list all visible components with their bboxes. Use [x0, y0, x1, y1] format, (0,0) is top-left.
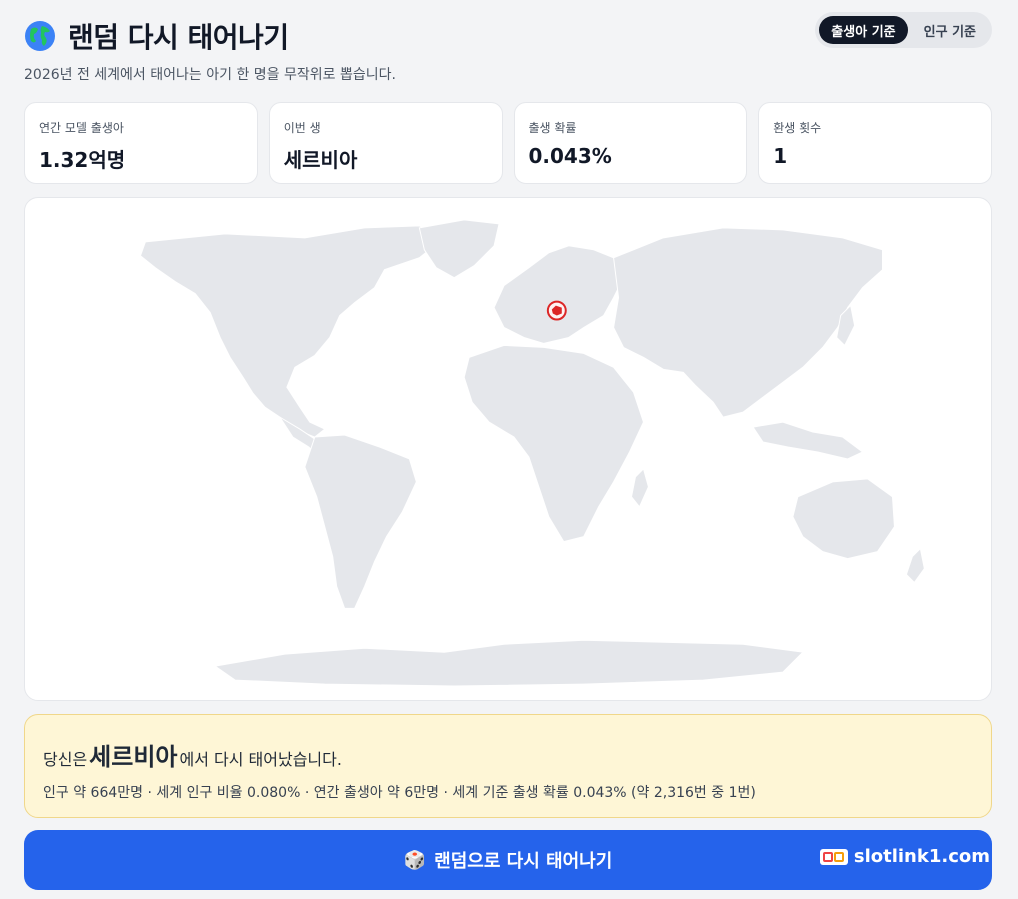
stat-label: 환생 횟수 — [773, 121, 822, 135]
stat-card-annual-births: 연간 모델 출생아 1.32억명 — [24, 102, 258, 184]
stat-card-this-life: 이번 생 세르비아 — [268, 102, 503, 184]
toggle-births-basis[interactable]: 출생아 기준 — [819, 16, 908, 44]
continent-greenland — [418, 219, 500, 279]
continent-europe — [493, 245, 625, 344]
continent-madagascar — [630, 467, 649, 508]
basis-toggle[interactable]: 출생아 기준 인구 기준 — [815, 12, 992, 48]
stat-value: 1.32억명 — [39, 148, 126, 172]
continent-australia — [792, 478, 895, 560]
continent-se-asia-islands — [752, 421, 864, 460]
dice-icon: 🎲 — [403, 849, 427, 871]
world-map — [24, 197, 992, 701]
rebirth-button-label: 랜덤으로 다시 태어나기 — [434, 851, 613, 872]
stat-card-birth-probability: 출생 확률 0.043% — [513, 102, 748, 184]
watermark: slotlink1.com — [819, 846, 990, 867]
stat-value: 1 — [773, 144, 788, 168]
stat-label: 이번 생 — [283, 121, 321, 135]
world-map-svg — [139, 219, 925, 687]
stat-value: 0.043% — [528, 144, 612, 168]
stat-label: 출생 확률 — [528, 121, 577, 135]
result-country: 세르비아 — [89, 743, 178, 771]
stat-label: 연간 모델 출생아 — [39, 121, 124, 135]
page-subtitle: 2026년 전 세계에서 태어나는 아기 한 명을 무작위로 뽑습니다. — [24, 67, 396, 83]
result-detail: 인구 약 664만명 · 세계 인구 비율 0.080% · 연간 출생아 약 … — [43, 785, 756, 801]
continent-north-america — [139, 225, 446, 438]
globe-icon — [25, 21, 55, 51]
stat-value: 세르비아 — [283, 148, 358, 172]
watermark-text: slotlink1.com — [853, 846, 990, 867]
toggle-population-basis[interactable]: 인구 기준 — [912, 16, 988, 44]
watermark-logo-icon — [819, 848, 848, 865]
continent-south-america — [304, 434, 417, 609]
stats-row: 연간 모델 출생아 1.32억명 이번 생 세르비아 출생 확률 0.043% … — [24, 102, 992, 184]
result-prefix: 당신은 — [43, 750, 88, 769]
stat-card-rebirth-count: 환생 횟수 1 — [758, 102, 992, 184]
country-new-zealand — [905, 547, 925, 584]
continent-africa — [463, 344, 644, 543]
result-panel: 당신은 세르비아 에서 다시 태어났습니다. 인구 약 664만명 · 세계 인… — [24, 714, 992, 818]
serbia-marker — [546, 300, 567, 321]
result-headline: 당신은 세르비아 에서 다시 태어났습니다. — [43, 737, 973, 772]
result-suffix: 에서 다시 태어났습니다. — [179, 750, 342, 769]
header: 랜덤 다시 태어나기 출생아 기준 인구 기준 — [24, 12, 992, 56]
page-title: 랜덤 다시 태어나기 — [68, 21, 289, 54]
continent-antarctica — [213, 639, 804, 687]
